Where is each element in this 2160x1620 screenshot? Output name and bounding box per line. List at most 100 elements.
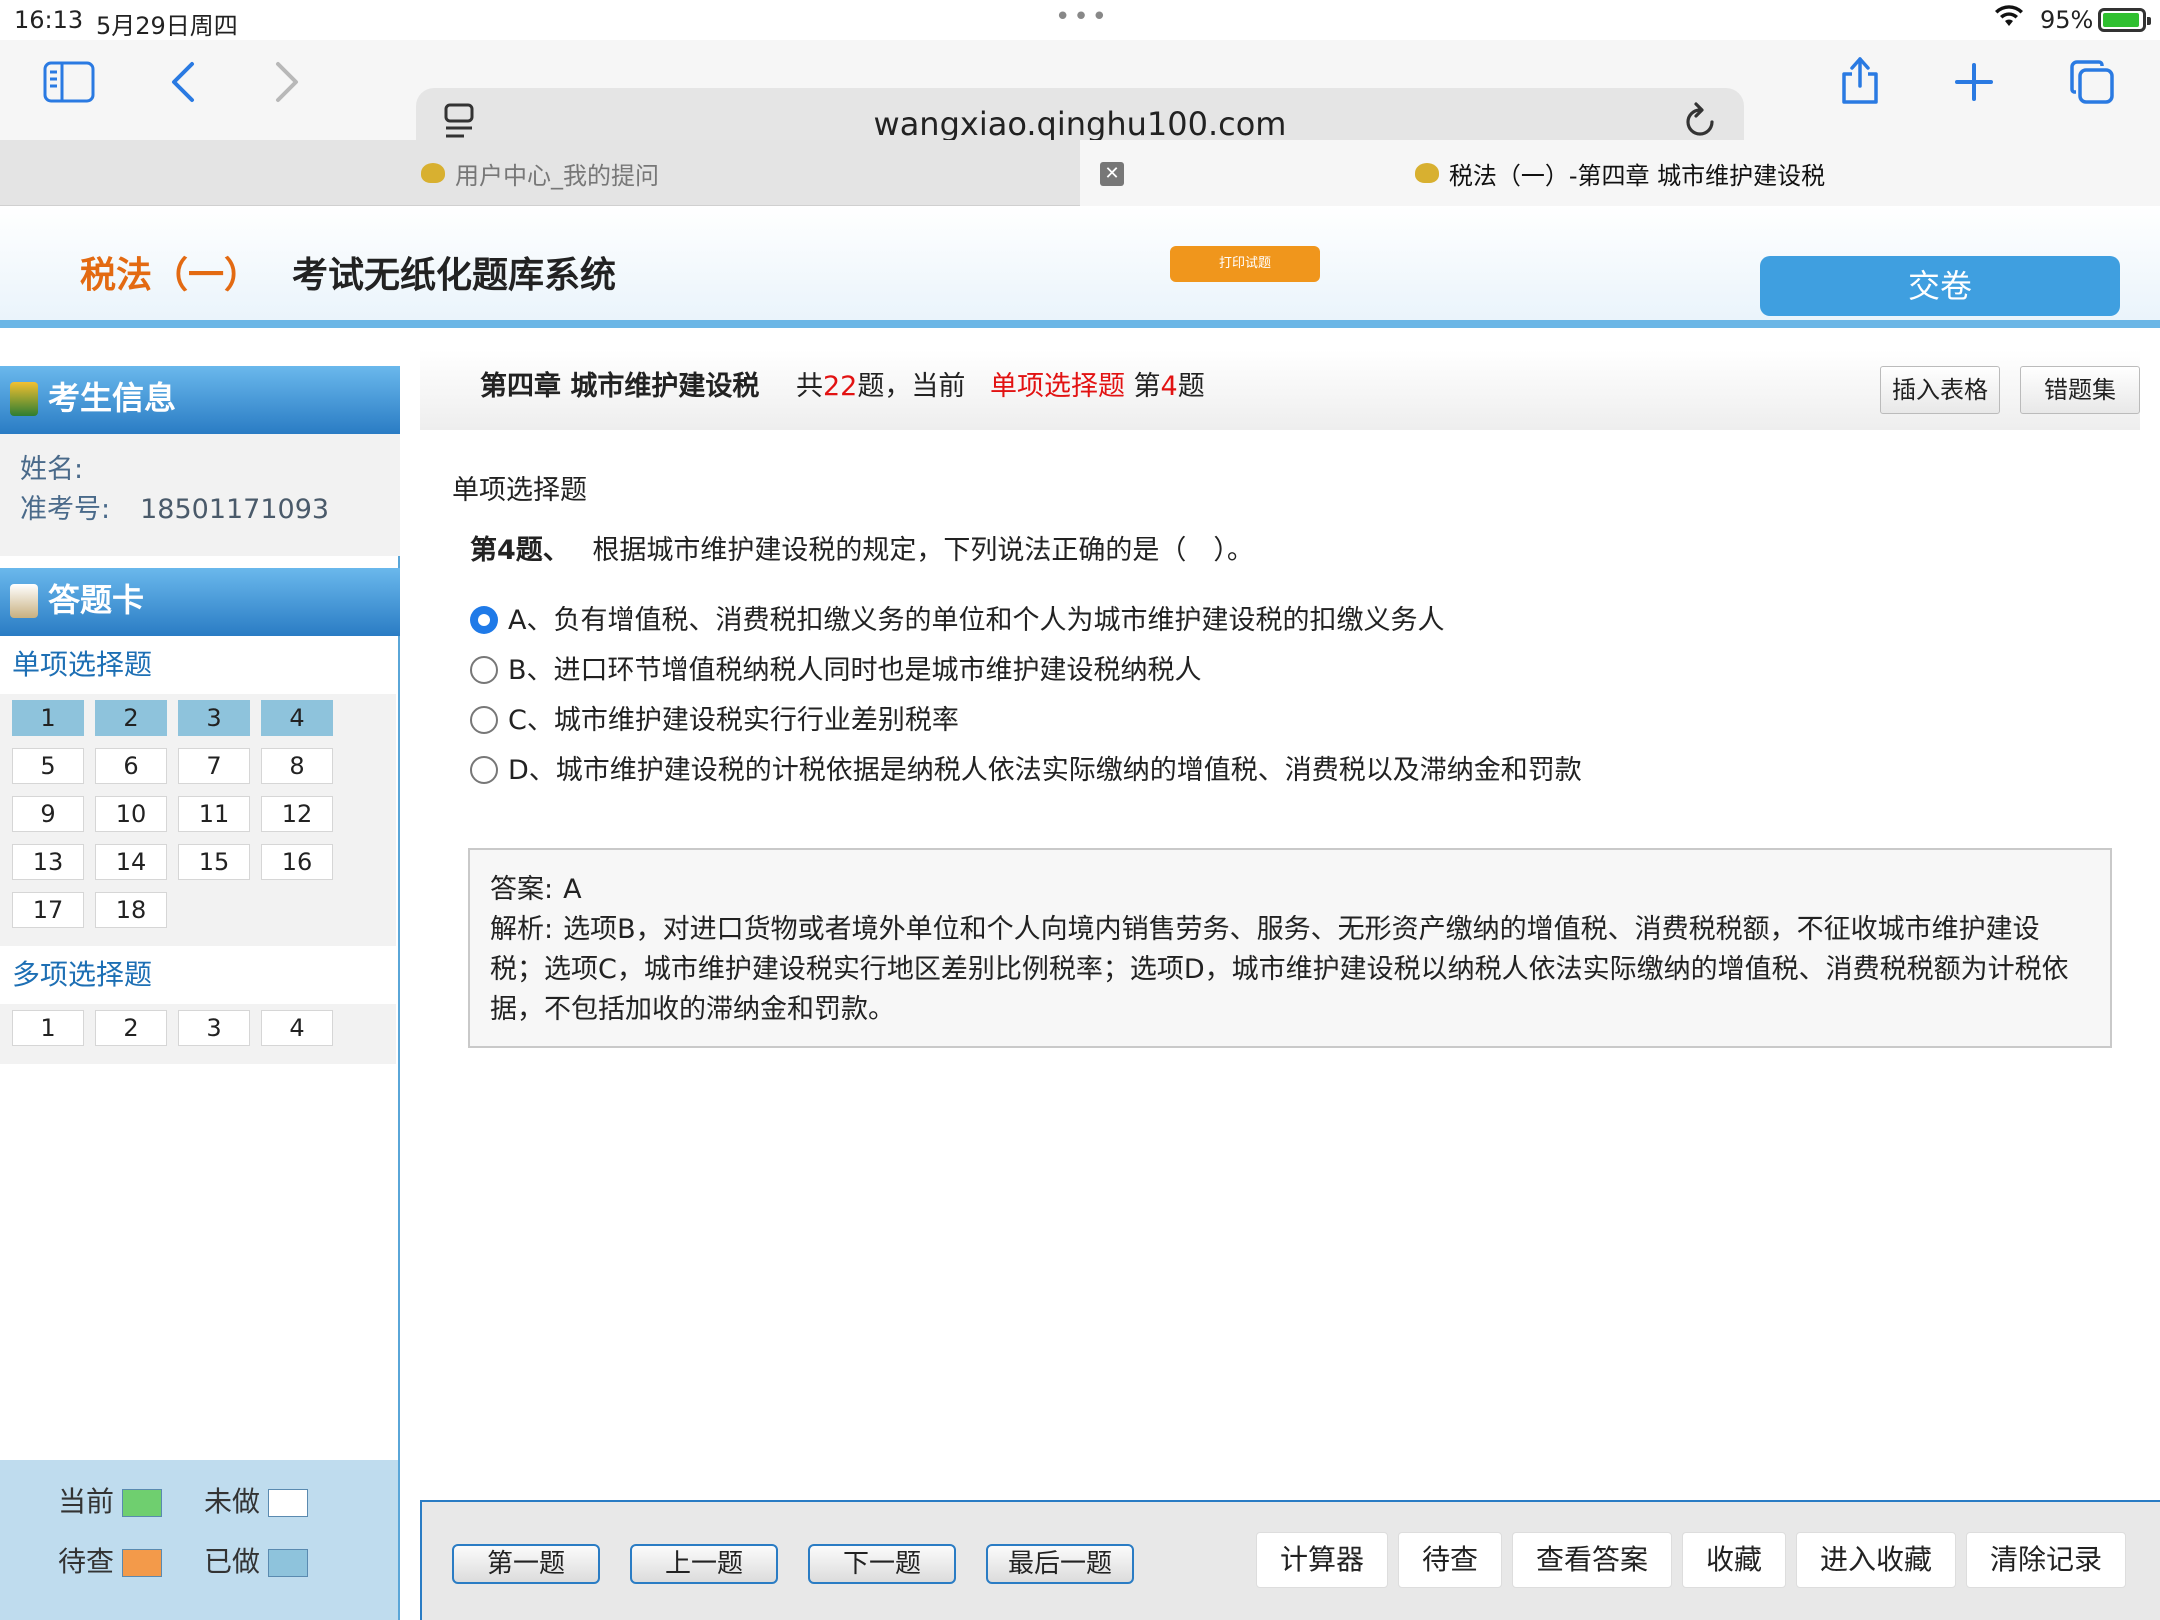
favorite-button[interactable]: 收藏 bbox=[1682, 1532, 1786, 1588]
legend-undone: 未做 bbox=[204, 1480, 309, 1520]
print-button[interactable]: 打印试题 bbox=[1170, 246, 1320, 282]
answer-card-cell[interactable]: 12 bbox=[261, 796, 333, 832]
insert-table-button[interactable]: 插入表格 bbox=[1880, 366, 2000, 414]
system-title: 考试无纸化题库系统 bbox=[292, 255, 617, 296]
single-choice-grid: 1 2 3 45 6 7 89 10 11 1213 14 15 1617 18 bbox=[0, 694, 396, 946]
answer-card-cell[interactable]: 6 bbox=[95, 748, 167, 784]
answer-card-cell[interactable]: 13 bbox=[12, 844, 84, 880]
forward-icon[interactable] bbox=[272, 60, 302, 112]
single-choice-section: 单项选择题 bbox=[0, 636, 396, 694]
answer-card-cell[interactable]: 5 bbox=[12, 748, 84, 784]
first-question-button[interactable]: 第一题 bbox=[452, 1544, 600, 1584]
person-icon bbox=[10, 382, 38, 416]
index-prefix: 第 bbox=[1133, 371, 1161, 402]
total-count: 22 bbox=[823, 371, 858, 402]
tab-strip: 用户中心_我的提问 税法（一）-第四章 城市维护建设税 ✕ bbox=[0, 140, 2160, 206]
option-a[interactable]: A、负有增值税、消费税扣缴义务的单位和个人为城市维护建设税的扣缴义务人 bbox=[470, 598, 1444, 637]
next-question-button[interactable]: 下一题 bbox=[808, 1544, 956, 1584]
enter-favorite-button[interactable]: 进入收藏 bbox=[1796, 1532, 1956, 1588]
legend-pending-label: 待查 bbox=[58, 1545, 115, 1578]
answer-card-cell[interactable]: 11 bbox=[178, 796, 250, 832]
answer-card-cell[interactable]: 3 bbox=[178, 700, 250, 736]
current-index: 4 bbox=[1160, 371, 1178, 402]
tab-tax-law[interactable]: 税法（一）-第四章 城市维护建设税 bbox=[1080, 140, 2160, 206]
share-icon[interactable] bbox=[1838, 54, 1882, 114]
radio-icon[interactable] bbox=[470, 755, 498, 784]
battery-percent: 95% bbox=[2040, 6, 2094, 34]
note-icon bbox=[10, 584, 38, 618]
option-c-text: C、城市维护建设税实行行业差别税率 bbox=[508, 705, 959, 736]
pending-button[interactable]: 待查 bbox=[1398, 1532, 1502, 1588]
legend-current-label: 当前 bbox=[58, 1485, 115, 1518]
examinee-info-title: 考生信息 bbox=[48, 379, 177, 417]
tab-user-center[interactable]: 用户中心_我的提问 bbox=[0, 140, 1080, 206]
answer-card-cell[interactable]: 7 bbox=[178, 748, 250, 784]
tab-overview-icon[interactable] bbox=[2068, 58, 2116, 114]
multitask-dots-icon[interactable]: ••• bbox=[1055, 2, 1110, 32]
option-b[interactable]: B、进口环节增值税纳税人同时也是城市维护建设税纳税人 bbox=[470, 648, 1202, 687]
calculator-button[interactable]: 计算器 bbox=[1256, 1532, 1388, 1588]
tab-close-icon[interactable]: ✕ bbox=[1100, 162, 1124, 186]
radio-selected-icon[interactable] bbox=[470, 605, 498, 634]
legend-current-swatch bbox=[122, 1489, 163, 1517]
option-d[interactable]: D、城市维护建设税的计税依据是纳税人依法实际缴纳的增值税、消费税以及滞纳金和罚款 bbox=[470, 748, 1582, 787]
legend: 当前 未做 待查 已做 bbox=[0, 1460, 398, 1620]
course-title: 税法（一） bbox=[80, 255, 261, 296]
answer-card-cell[interactable]: 10 bbox=[95, 796, 167, 832]
favicon-icon bbox=[1414, 163, 1439, 183]
answer-card-cell[interactable]: 16 bbox=[261, 844, 333, 880]
favicon-icon bbox=[421, 163, 445, 183]
index-suffix: 题 bbox=[1177, 371, 1205, 402]
answer-card-cell[interactable]: 4 bbox=[261, 700, 333, 736]
legend-done-swatch bbox=[268, 1549, 309, 1577]
legend-done-label: 已做 bbox=[204, 1545, 261, 1578]
option-d-text: D、城市维护建设税的计税依据是纳税人依法实际缴纳的增值税、消费税以及滞纳金和罚款 bbox=[508, 755, 1582, 786]
name-label: 姓名: bbox=[20, 454, 84, 485]
submit-exam-button[interactable]: 交卷 bbox=[1760, 256, 2120, 316]
answer-value: A bbox=[563, 874, 582, 905]
answer-card-cell[interactable]: 14 bbox=[95, 844, 167, 880]
answer-card-cell[interactable]: 3 bbox=[178, 1010, 250, 1046]
answer-card-title: 答题卡 bbox=[48, 581, 145, 619]
clear-record-button[interactable]: 清除记录 bbox=[1966, 1532, 2126, 1588]
answer-card-cell[interactable]: 2 bbox=[95, 1010, 167, 1046]
answer-card-cell[interactable]: 17 bbox=[12, 892, 84, 928]
legend-undone-label: 未做 bbox=[204, 1485, 261, 1518]
answer-card-cell[interactable]: 9 bbox=[12, 796, 84, 832]
battery-icon bbox=[2098, 8, 2151, 32]
question-number: 第4题、 bbox=[470, 535, 570, 566]
option-b-text: B、进口环节增值税纳税人同时也是城市维护建设税纳税人 bbox=[508, 655, 1202, 686]
id-value: 18501171093 bbox=[140, 494, 330, 525]
answer-card-cell[interactable]: 1 bbox=[12, 700, 84, 736]
view-answer-button[interactable]: 查看答案 bbox=[1512, 1532, 1672, 1588]
total-suffix: 题，当前 bbox=[857, 371, 966, 402]
answer-card-cell[interactable]: 1 bbox=[12, 1010, 84, 1046]
legend-done: 已做 bbox=[204, 1540, 309, 1580]
answer-card-cell[interactable]: 2 bbox=[95, 700, 167, 736]
radio-icon[interactable] bbox=[470, 705, 498, 734]
last-question-button[interactable]: 最后一题 bbox=[986, 1544, 1134, 1584]
wrong-set-button[interactable]: 错题集 bbox=[2020, 366, 2140, 414]
examinee-info: 姓名: 准考号: 18501171093 bbox=[0, 434, 400, 556]
back-icon[interactable] bbox=[168, 60, 198, 112]
question-text: 根据城市维护建设税的规定，下列说法正确的是（ ）。 bbox=[592, 535, 1254, 566]
sidebar: 考生信息 姓名: 准考号: 18501171093 答题卡 单项选择题 1 2 3 45… bbox=[0, 366, 400, 1620]
answer-card-cell[interactable]: 15 bbox=[178, 844, 250, 880]
tab-title: 税法（一）-第四章 城市维护建设税 bbox=[1448, 161, 1826, 190]
browser-toolbar: wangxiao.qinghu100.com bbox=[0, 40, 2160, 160]
answer-card-cell[interactable]: 4 bbox=[261, 1010, 333, 1046]
option-a-text: A、负有增值税、消费税扣缴义务的单位和个人为城市维护建设税的扣缴义务人 bbox=[508, 605, 1445, 636]
radio-icon[interactable] bbox=[470, 655, 498, 684]
multi-choice-section: 多项选择题 bbox=[0, 946, 396, 1004]
legend-pending-swatch bbox=[122, 1549, 163, 1577]
status-time: 16:13 bbox=[14, 6, 84, 34]
new-tab-icon[interactable] bbox=[1954, 62, 1994, 110]
answer-card-cell[interactable]: 8 bbox=[261, 748, 333, 784]
answer-card-cell[interactable]: 18 bbox=[95, 892, 167, 928]
answer-box: 答案: A 解析: 选项B，对进口货物或者境外单位和个人向境内销售劳务、服务、无形资… bbox=[468, 848, 2112, 1048]
option-c[interactable]: C、城市维护建设税实行行业差别税率 bbox=[470, 698, 959, 737]
status-bar: 16:13 5月29日周四 ••• 95% bbox=[0, 0, 2160, 40]
prev-question-button[interactable]: 上一题 bbox=[630, 1544, 778, 1584]
page-header: 税法（一） 考试无纸化题库系统 打印试题 交卷 bbox=[0, 206, 2160, 328]
sidebar-toggle-icon[interactable] bbox=[42, 60, 96, 112]
